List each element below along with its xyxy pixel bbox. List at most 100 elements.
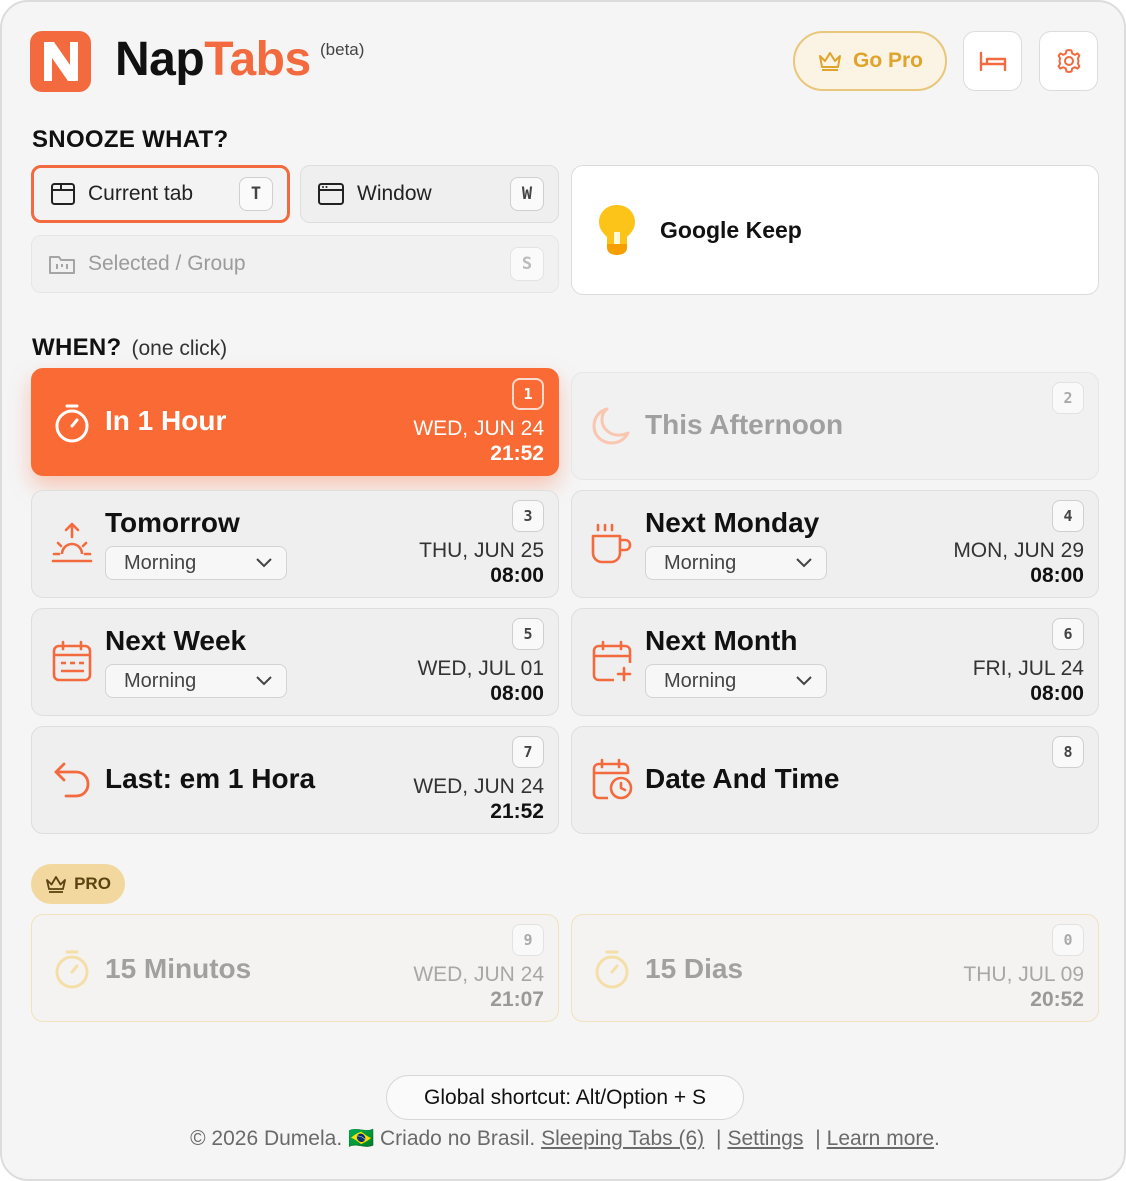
option-date: WED, JUN 24 21:52 <box>413 774 544 824</box>
shortcut-key-5: 5 <box>512 618 544 650</box>
option-title: Next Monday <box>645 507 820 538</box>
time-of-day-select[interactable]: Morning <box>645 664 827 698</box>
option-date-text: MON, JUN 29 <box>953 539 1084 562</box>
selected-group-label: Selected / Group <box>88 252 246 275</box>
sleeping-tabs-link[interactable]: Sleeping Tabs (6) <box>541 1127 704 1150</box>
learn-more-link[interactable]: Learn more <box>827 1127 934 1150</box>
option-time: 20:52 <box>1030 988 1084 1011</box>
time-of-day-select[interactable]: Morning <box>645 546 827 580</box>
option-date-text: WED, JUN 24 <box>413 963 544 986</box>
undo-icon <box>54 762 90 798</box>
brazil-flag-icon: 🇧🇷 <box>348 1127 375 1150</box>
option-date: WED, JUL 01 08:00 <box>418 656 544 706</box>
when-note: (one click) <box>131 337 228 360</box>
when-title-label: WHEN? <box>32 334 122 361</box>
folder-icon <box>49 256 75 274</box>
option-time: 21:07 <box>490 988 544 1011</box>
window-label: Window <box>357 182 432 205</box>
option-title: Tomorrow <box>105 507 240 538</box>
chevron-down-icon <box>256 558 272 568</box>
shortcut-key-8: 8 <box>1052 736 1084 768</box>
settings-button[interactable] <box>1039 31 1098 91</box>
option-title: 15 Minutos <box>105 953 252 984</box>
coffee-icon <box>591 523 632 564</box>
crown-icon <box>46 875 66 893</box>
time-of-day-select[interactable]: Morning <box>105 546 287 580</box>
option-title: Last: em 1 Hora <box>105 763 316 794</box>
when-title: WHEN? (one click) <box>32 334 227 362</box>
timer-icon <box>595 950 629 989</box>
current-tab-option[interactable]: Current tab T <box>31 165 290 223</box>
sleeping-tabs-button[interactable] <box>963 31 1022 91</box>
calendar-icon <box>52 640 92 682</box>
app-title-nap: Nap <box>115 33 205 86</box>
option-date-text: THU, JUL 09 <box>963 963 1084 986</box>
shortcut-key-2: 2 <box>1052 382 1084 414</box>
next-monday-option[interactable]: Next Monday Morning 4 MON, JUN 29 08:00 <box>571 490 1099 598</box>
copyright: © 2026 Dumela. <box>190 1127 343 1150</box>
settings-link[interactable]: Settings <box>727 1127 803 1150</box>
option-time: 21:52 <box>490 442 544 465</box>
shortcut-key-9: 9 <box>512 924 544 956</box>
global-shortcut-hint: Global shortcut: Alt/Option + S <box>386 1075 744 1120</box>
next-week-option[interactable]: Next Week Morning 5 WED, JUL 01 08:00 <box>31 608 559 716</box>
selected-group-option[interactable]: Selected / Group S <box>31 235 559 293</box>
option-date: FRI, JUL 24 08:00 <box>973 656 1084 706</box>
option-time: 21:52 <box>490 800 544 823</box>
option-date: WED, JUN 24 21:07 <box>413 962 544 1012</box>
go-pro-button[interactable]: Go Pro <box>793 31 947 91</box>
option-date-text: WED, JUN 24 <box>413 417 544 440</box>
option-time: 08:00 <box>490 564 544 587</box>
chevron-down-icon <box>796 558 812 568</box>
15-minutos-option[interactable]: 15 Minutos 9 WED, JUN 24 21:07 <box>31 914 559 1022</box>
go-pro-label: Go Pro <box>852 49 923 72</box>
shortcut-key-s: S <box>510 247 544 281</box>
select-value: Morning <box>124 669 197 692</box>
option-date: MON, JUN 29 08:00 <box>953 538 1084 588</box>
shortcut-key-1: 1 <box>512 378 544 410</box>
select-value: Morning <box>664 669 737 692</box>
crown-icon <box>818 52 841 71</box>
separator: | <box>815 1127 821 1150</box>
option-date: WED, JUN 24 21:52 <box>413 416 544 466</box>
option-time: 08:00 <box>1030 564 1084 587</box>
timer-icon <box>55 404 89 443</box>
pro-badge-label: PRO <box>74 874 111 893</box>
current-tab-preview: Google Keep <box>571 165 1099 295</box>
window-option[interactable]: Window W <box>300 165 559 223</box>
option-date-text: WED, JUL 01 <box>417 657 544 680</box>
option-title: 15 Dias <box>645 953 744 984</box>
shortcut-key-7: 7 <box>512 736 544 768</box>
app-title: NapTabs <box>115 32 311 87</box>
pro-badge: PRO <box>31 864 125 904</box>
calendar-plus-icon <box>592 640 632 682</box>
lightbulb-icon <box>599 205 635 255</box>
this-afternoon-option[interactable]: This Afternoon 2 <box>571 372 1099 480</box>
separator: | <box>715 1127 722 1150</box>
option-date: THU, JUN 25 08:00 <box>419 538 544 588</box>
current-tab-label: Current tab <box>88 182 194 205</box>
shortcut-key-t: T <box>239 177 273 211</box>
beta-label: (beta) <box>320 40 365 59</box>
shortcut-key-0: 0 <box>1052 924 1084 956</box>
time-of-day-select[interactable]: Morning <box>105 664 287 698</box>
select-value: Morning <box>124 551 197 574</box>
next-month-option[interactable]: Next Month Morning 6 FRI, JUL 24 08:00 <box>571 608 1099 716</box>
15-dias-option[interactable]: 15 Dias 0 THU, JUL 09 20:52 <box>571 914 1099 1022</box>
in-1-hour-option[interactable]: In 1 Hour 1 WED, JUN 24 21:52 <box>31 368 559 476</box>
last-option[interactable]: Last: em 1 Hora 7 WED, JUN 24 21:52 <box>31 726 559 834</box>
shortcut-key-3: 3 <box>512 500 544 532</box>
date-and-time-option[interactable]: Date And Time 8 <box>571 726 1099 834</box>
shortcut-key-w: W <box>510 177 544 211</box>
tomorrow-option[interactable]: Tomorrow Morning 3 THU, JUN 25 08:00 <box>31 490 559 598</box>
window-icon <box>318 183 344 205</box>
footer: © 2026 Dumela. 🇧🇷 Criado no Brasil. Slee… <box>190 1127 940 1150</box>
option-time: 08:00 <box>1030 682 1084 705</box>
option-date-text: THU, JUN 25 <box>419 539 544 562</box>
option-title: Next Week <box>105 625 247 656</box>
option-title: Next Month <box>645 625 798 656</box>
bed-icon <box>979 51 1006 72</box>
option-date-text: FRI, JUL 24 <box>972 657 1084 680</box>
made-in-text: Criado no Brasil. <box>380 1127 536 1150</box>
gear-icon <box>1057 49 1080 73</box>
